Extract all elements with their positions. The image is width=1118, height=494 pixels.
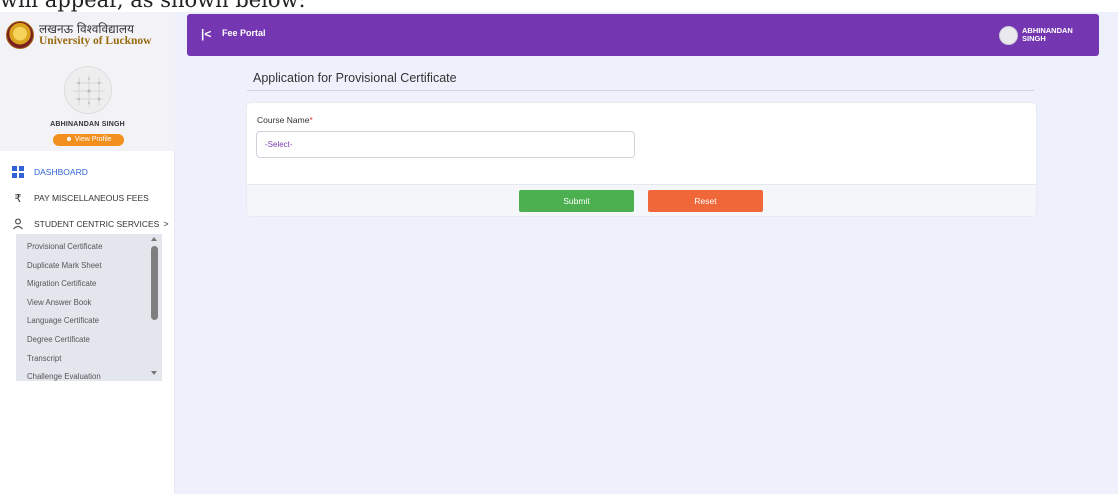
university-seal-icon: [6, 21, 34, 49]
sidebar-item-label: PAY MISCELLANEOUS FEES: [34, 193, 149, 203]
user-icon: [11, 217, 25, 231]
view-profile-button[interactable]: ☻ View Profile: [53, 134, 124, 146]
submenu-item-migration-certificate[interactable]: Migration Certificate: [16, 275, 147, 294]
submenu-scrollbar[interactable]: [147, 234, 162, 381]
brand-title-hindi: लखनऊ विश्वविद्यालय: [39, 22, 134, 36]
portal-title: Fee Portal: [222, 28, 266, 38]
required-mark: *: [309, 115, 313, 125]
collapse-left-icon[interactable]: |<: [201, 27, 211, 41]
dashboard-icon: [11, 165, 25, 179]
submenu-item-language-certificate[interactable]: Language Certificate: [16, 312, 147, 331]
page: will appear, as shown below: लखनऊ विश्वव…: [0, 0, 1118, 494]
view-profile-label: View Profile: [74, 136, 112, 143]
reset-button[interactable]: Reset: [648, 190, 763, 212]
application-form-card: Course Name* -Select- Submit Reset: [247, 103, 1036, 216]
submenu-item-duplicate-mark-sheet[interactable]: Duplicate Mark Sheet: [16, 257, 147, 276]
submenu-item-degree-certificate[interactable]: Degree Certificate: [16, 331, 147, 350]
profile-name: ABHINANDAN SINGH: [50, 121, 125, 128]
submenu-item-challenge-evaluation[interactable]: Challenge Evaluation: [16, 368, 147, 387]
course-name-label-text: Course Name: [257, 115, 310, 125]
student-services-submenu: Provisional Certificate Duplicate Mark S…: [16, 234, 162, 381]
document-text-fragment: will appear, as shown below:: [0, 0, 306, 12]
scroll-down-arrow-icon[interactable]: [151, 371, 157, 375]
profile-box: ABHINANDAN SINGH ☻ View Profile: [0, 58, 175, 151]
sidebar-item-dashboard[interactable]: DASHBOARD: [0, 159, 175, 185]
rupee-icon: ₹: [14, 192, 22, 205]
course-name-select[interactable]: -Select-: [256, 131, 635, 158]
brand-title-english: University of Lucknow: [39, 35, 152, 47]
submenu-item-transcript[interactable]: Transcript: [16, 350, 147, 369]
course-name-label: Course Name*: [257, 115, 313, 125]
top-bar: |< Fee Portal ABHINANDAN SINGH: [187, 14, 1099, 56]
sidebar-item-label: STUDENT CENTRIC SERVICES: [34, 219, 160, 229]
sidebar-item-label: DASHBOARD: [34, 167, 88, 177]
submit-button[interactable]: Submit: [519, 190, 634, 212]
form-actions: Submit Reset: [247, 184, 1036, 216]
submenu-item-view-answer-book[interactable]: View Answer Book: [16, 294, 147, 313]
sidebar-nav: DASHBOARD ₹ PAY MISCELLANEOUS FEES STUDE…: [0, 159, 175, 237]
profile-icon: ☻: [65, 136, 73, 143]
scroll-up-arrow-icon[interactable]: [151, 237, 157, 241]
submenu-item-provisional-certificate[interactable]: Provisional Certificate: [16, 238, 147, 257]
title-divider: [247, 90, 1034, 91]
user-avatar[interactable]: [999, 26, 1018, 45]
brand-titles: लखनऊ विश्वविद्यालय University of Lucknow: [39, 23, 151, 47]
brand-header: लखनऊ विश्वविद्यालय University of Lucknow: [0, 12, 175, 58]
scroll-thumb[interactable]: [151, 246, 158, 320]
submenu-list: Provisional Certificate Duplicate Mark S…: [16, 234, 147, 381]
chevron-right-icon: >: [163, 219, 169, 229]
topbar-user-name[interactable]: ABHINANDAN SINGH: [1022, 27, 1082, 43]
page-title: Application for Provisional Certificate: [253, 71, 457, 85]
avatar-pattern-icon: [73, 75, 105, 107]
sidebar-item-pay-miscellaneous-fees[interactable]: ₹ PAY MISCELLANEOUS FEES: [0, 185, 175, 211]
avatar: [64, 66, 112, 114]
